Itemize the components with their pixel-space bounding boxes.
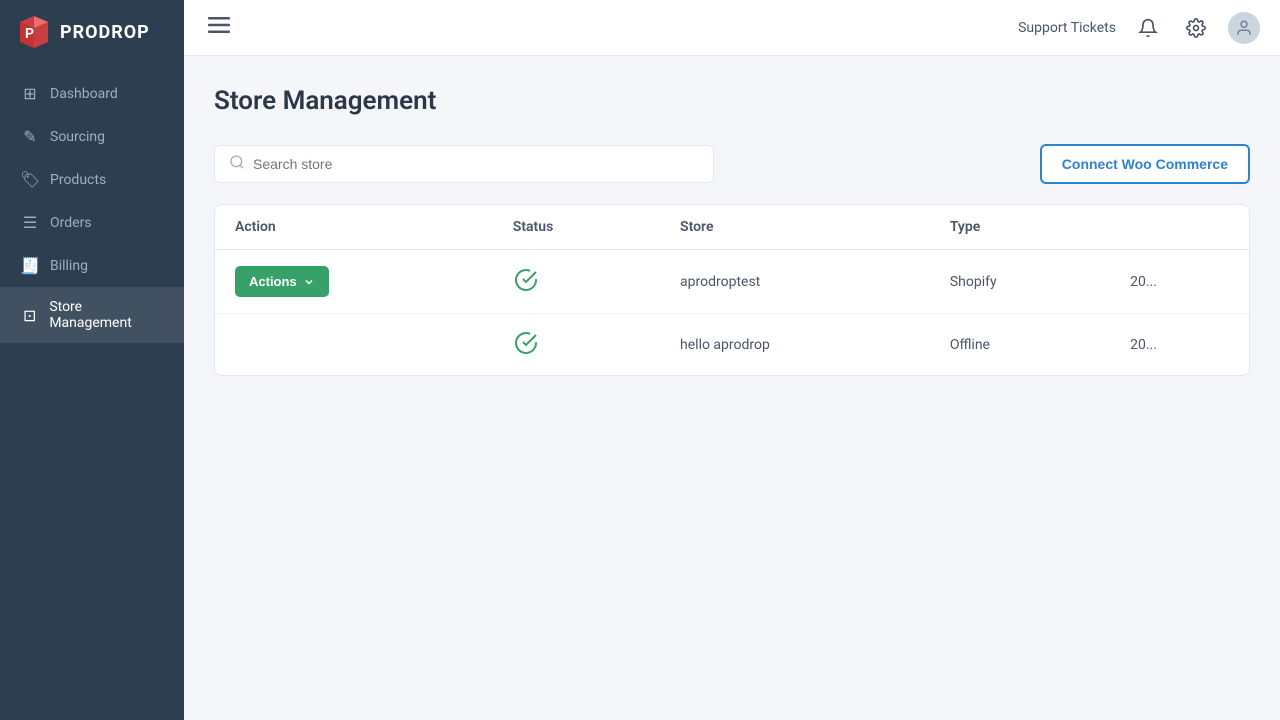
gear-icon (1186, 18, 1206, 38)
logo-area[interactable]: P PRODROP (0, 0, 184, 64)
sidebar-item-sourcing[interactable]: ✎ Sourcing (0, 115, 184, 158)
col-header-type: Type (930, 205, 1110, 250)
sidebar-item-label: Dashboard (50, 86, 118, 102)
row1-action-cell: Actions (215, 250, 493, 314)
row2-status-cell (493, 314, 660, 376)
sidebar-item-products[interactable]: 🏷 Products (0, 158, 184, 201)
sidebar-item-dashboard[interactable]: ⊞ Dashboard (0, 72, 184, 115)
col-header-action: Action (215, 205, 493, 250)
row1-type-cell: Shopify (930, 250, 1110, 314)
app-name: PRODROP (60, 22, 150, 43)
status-active-icon (513, 267, 539, 293)
row2-date-cell: 20... (1110, 314, 1249, 376)
table-row: hello aprodrop Offline 20... (215, 314, 1249, 376)
col-header-status: Status (493, 205, 660, 250)
svg-text:P: P (25, 26, 34, 42)
dashboard-icon: ⊞ (20, 84, 40, 103)
products-icon: 🏷 (20, 170, 40, 189)
row1-status-cell (493, 250, 660, 314)
menu-toggle-button[interactable] (204, 10, 234, 46)
bell-icon (1138, 18, 1158, 38)
notifications-button[interactable] (1132, 12, 1164, 44)
logo-icon: P (16, 14, 52, 50)
header-actions: Support Tickets (1018, 12, 1260, 44)
search-input[interactable] (253, 156, 699, 172)
row2-store-cell: hello aprodrop (660, 314, 930, 376)
row1-date-cell: 20... (1110, 250, 1249, 314)
settings-button[interactable] (1180, 12, 1212, 44)
page-title: Store Management (214, 86, 1250, 116)
table-row: Actions (215, 250, 1249, 314)
sourcing-icon: ✎ (20, 127, 40, 146)
stores-table: Action Status Store Type Actions (214, 204, 1250, 376)
chevron-down-icon (303, 276, 315, 288)
support-tickets-link[interactable]: Support Tickets (1018, 20, 1116, 36)
col-header-store: Store (660, 205, 930, 250)
sidebar-item-orders[interactable]: ☰ Orders (0, 201, 184, 244)
row2-action-cell (215, 314, 493, 376)
row2-type-cell: Offline (930, 314, 1110, 376)
billing-icon: 🧾 (20, 256, 40, 275)
col-header-date (1110, 205, 1249, 250)
status-active-icon (513, 330, 539, 356)
user-icon (1235, 19, 1253, 37)
toolbar: Connect Woo Commerce (214, 144, 1250, 184)
table-header-row: Action Status Store Type (215, 205, 1249, 250)
connect-woo-commerce-button[interactable]: Connect Woo Commerce (1040, 144, 1250, 184)
header: Support Tickets (184, 0, 1280, 56)
sidebar-nav: ⊞ Dashboard ✎ Sourcing 🏷 Products ☰ Orde… (0, 64, 184, 343)
user-avatar[interactable] (1228, 12, 1260, 44)
sidebar-item-label: Store Management (49, 299, 164, 331)
row1-store-cell: aprodroptest (660, 250, 930, 314)
page-content: Store Management Connect Woo Commerce A (184, 56, 1280, 720)
sidebar-item-label: Products (50, 172, 106, 188)
sidebar: P PRODROP ⊞ Dashboard ✎ Sourcing 🏷 Produ… (0, 0, 184, 720)
search-icon (229, 154, 245, 174)
orders-icon: ☰ (20, 213, 40, 232)
sidebar-item-label: Sourcing (50, 129, 105, 145)
sidebar-item-label: Orders (50, 215, 92, 231)
search-bar (214, 145, 714, 183)
sidebar-item-billing[interactable]: 🧾 Billing (0, 244, 184, 287)
actions-button-row1[interactable]: Actions (235, 266, 329, 297)
store-management-icon: ⊡ (20, 306, 39, 325)
sidebar-item-store-management[interactable]: ⊡ Store Management (0, 287, 184, 343)
sidebar-item-label: Billing (50, 258, 88, 274)
main-area: Support Tickets Sto (184, 0, 1280, 720)
